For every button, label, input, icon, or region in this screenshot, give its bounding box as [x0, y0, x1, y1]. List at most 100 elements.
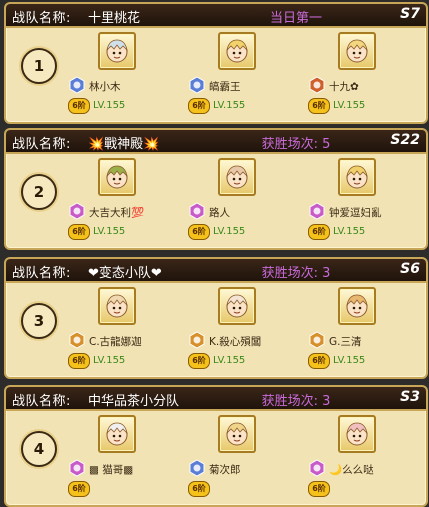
team-name-label: 战队名称: [12, 11, 71, 26]
team-name: 十里桃花 [88, 11, 141, 26]
hero-avatar[interactable] [338, 287, 376, 325]
team-member[interactable]: C.古龍娜迦 6阶 LV.155 [68, 283, 188, 375]
rank-badge-icon [69, 202, 85, 220]
vip-badge: 6阶 [68, 353, 90, 369]
player-name: 菊次郎 [209, 464, 241, 476]
hero-avatar[interactable] [218, 32, 256, 70]
hero-portrait-icon [346, 39, 368, 63]
rank-number: 4 [21, 431, 57, 467]
team-member[interactable]: 🌙么么哒 6阶 [308, 411, 426, 503]
vip-badge: 6阶 [308, 98, 330, 114]
player-name: 皜霸王 [209, 81, 241, 93]
team-stat: 获胜场次: 3 [261, 394, 331, 409]
rank-badge-icon [189, 331, 205, 349]
team-member[interactable]: 菊次郎 6阶 [188, 411, 308, 503]
hero-avatar[interactable] [98, 287, 136, 325]
vip-badge: 6阶 [188, 353, 210, 369]
rank-badge-icon [69, 459, 85, 477]
vip-badge: 6阶 [188, 481, 210, 497]
player-name: K.殺心殞閶 [209, 336, 262, 348]
player-level: LV.155 [333, 100, 366, 111]
hero-avatar[interactable] [338, 158, 376, 196]
hero-portrait-icon [226, 422, 248, 446]
player-name: 🌙么么哒 [329, 464, 374, 476]
team-member[interactable]: ▩ 猫哥▩ 6阶 [68, 411, 188, 503]
team-name-label: 战队名称: [12, 266, 71, 281]
hero-portrait-icon [106, 39, 128, 63]
player-name: 林小木 [89, 81, 121, 93]
player-name: 大吉大利💯 [89, 207, 145, 219]
vip-badge: 6阶 [308, 224, 330, 240]
rank-badge-icon [189, 202, 205, 220]
vip-badge: 6阶 [308, 353, 330, 369]
team-member[interactable]: 路人 6阶 LV.155 [188, 154, 308, 246]
player-name: C.古龍娜迦 [89, 336, 142, 348]
hero-avatar[interactable] [218, 415, 256, 453]
hero-avatar[interactable] [338, 32, 376, 70]
team-name: 中华品茶小分队 [88, 394, 180, 409]
vip-badge: 6阶 [68, 224, 90, 240]
server-tag: S6 [400, 261, 420, 277]
hero-avatar[interactable] [338, 415, 376, 453]
rank-badge-icon [309, 202, 325, 220]
team-member[interactable]: 大吉大利💯 6阶 LV.155 [68, 154, 188, 246]
hero-portrait-icon [346, 165, 368, 189]
server-tag: S22 [390, 132, 420, 148]
player-name: G.三清 [329, 336, 362, 348]
rank-badge-icon [309, 331, 325, 349]
server-tag: S7 [400, 6, 420, 22]
player-name: ▩ 猫哥▩ [89, 464, 134, 476]
player-level: LV.155 [93, 355, 126, 366]
rank-badge-icon [189, 76, 205, 94]
team-member[interactable]: 钟爱逗妇亂 6阶 LV.155 [308, 154, 426, 246]
player-level: LV.155 [93, 100, 126, 111]
team-card-header: 战队名称: 💥戰神殿💥 获胜场次: 5 S22 [6, 130, 426, 154]
rank-badge-icon [309, 459, 325, 477]
team-member[interactable]: K.殺心殞閶 6阶 LV.155 [188, 283, 308, 375]
team-card-1[interactable]: 战队名称: 十里桃花 当日第一 S7 1 林小木 6阶 LV.155 皜霸王 6阶 LV… [4, 2, 428, 124]
team-card-header: 战队名称: ❤变态小队❤ 获胜场次: 3 S6 [6, 259, 426, 283]
player-name: 十九✿ [329, 81, 359, 93]
hero-avatar[interactable] [98, 32, 136, 70]
team-name: ❤变态小队❤ [88, 266, 162, 281]
team-card-3[interactable]: 战队名称: ❤变态小队❤ 获胜场次: 3 S6 3 C.古龍娜迦 6阶 LV.155… [4, 257, 428, 379]
hero-avatar[interactable] [218, 287, 256, 325]
hero-portrait-icon [106, 294, 128, 318]
hero-portrait-icon [226, 294, 248, 318]
team-member[interactable]: G.三清 6阶 LV.155 [308, 283, 426, 375]
team-ranking-board: 战队名称: 十里桃花 当日第一 S7 1 林小木 6阶 LV.155 皜霸王 6阶 LV… [0, 0, 429, 507]
team-member[interactable]: 林小木 6阶 LV.155 [68, 28, 188, 120]
rank-badge-icon [69, 331, 85, 349]
team-member[interactable]: 皜霸王 6阶 LV.155 [188, 28, 308, 120]
hero-avatar[interactable] [98, 158, 136, 196]
team-name: 💥戰神殿💥 [88, 137, 160, 152]
team-card-2[interactable]: 战队名称: 💥戰神殿💥 获胜场次: 5 S22 2 大吉大利💯 6阶 LV.155 … [4, 128, 428, 250]
hero-portrait-icon [226, 39, 248, 63]
player-level: LV.155 [333, 226, 366, 237]
player-level: LV.155 [333, 355, 366, 366]
hero-portrait-icon [106, 165, 128, 189]
hero-portrait-icon [226, 165, 248, 189]
rank-number: 3 [21, 303, 57, 339]
rank-number: 2 [21, 174, 57, 210]
player-level: LV.155 [213, 226, 246, 237]
rank-badge-icon [69, 76, 85, 94]
hero-portrait-icon [346, 422, 368, 446]
team-card-4[interactable]: 战队名称: 中华品茶小分队 获胜场次: 3 S3 4 ▩ 猫哥▩ 6阶 菊次郎 6阶… [4, 385, 428, 507]
rank-badge-icon [189, 459, 205, 477]
hero-avatar[interactable] [218, 158, 256, 196]
team-name-label: 战队名称: [12, 137, 71, 152]
player-level: LV.155 [213, 355, 246, 366]
team-stat: 当日第一 [269, 11, 322, 26]
hero-portrait-icon [106, 422, 128, 446]
server-tag: S3 [400, 389, 420, 405]
vip-badge: 6阶 [188, 98, 210, 114]
team-member[interactable]: 十九✿ 6阶 LV.155 [308, 28, 426, 120]
vip-badge: 6阶 [188, 224, 210, 240]
vip-badge: 6阶 [68, 98, 90, 114]
hero-avatar[interactable] [98, 415, 136, 453]
rank-badge-icon [309, 76, 325, 94]
player-level: LV.155 [213, 100, 246, 111]
vip-badge: 6阶 [308, 481, 330, 497]
rank-number: 1 [21, 48, 57, 84]
